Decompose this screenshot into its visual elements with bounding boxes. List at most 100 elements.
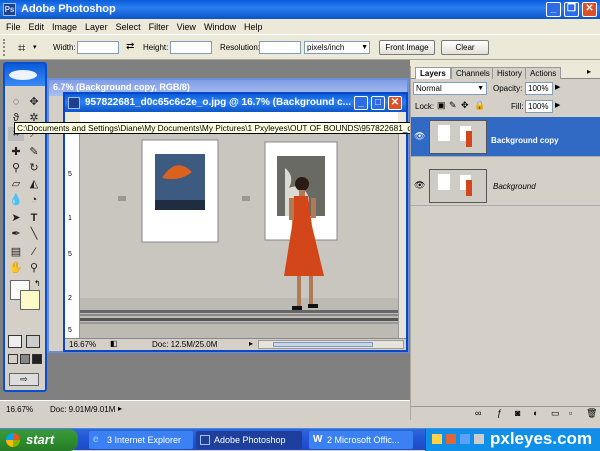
close-button[interactable]: ✕: [582, 2, 597, 17]
tray-icon[interactable]: [432, 434, 442, 444]
status-arrow-icon[interactable]: ▸: [118, 404, 122, 413]
adjustment-layer-icon[interactable]: ◐: [533, 408, 538, 418]
menu-filter[interactable]: Filter: [149, 22, 169, 32]
tray-icon[interactable]: [460, 434, 470, 444]
crop-tool-icon[interactable]: ⌗: [18, 40, 25, 56]
visibility-eye-icon[interactable]: 👁: [414, 131, 425, 142]
layer-row-background[interactable]: 👁 Background: [411, 166, 600, 206]
screen-mode-standard-icon[interactable]: [8, 354, 18, 364]
fill-input[interactable]: 100%: [525, 100, 553, 113]
layer-row-background-copy[interactable]: 👁 Background copy: [411, 117, 600, 157]
quick-mask-mode-icon[interactable]: [26, 335, 40, 348]
front-image-button[interactable]: Front Image: [379, 40, 435, 55]
horizontal-scrollbar[interactable]: [258, 340, 404, 349]
doc-minimize-button[interactable]: _: [354, 96, 368, 110]
new-group-icon[interactable]: ▭: [551, 408, 560, 419]
hand-tool-icon[interactable]: ✋: [8, 261, 24, 275]
zoom-tool-icon[interactable]: ⚲: [26, 261, 42, 275]
blend-mode-select[interactable]: Normal ▼: [413, 82, 487, 95]
tab-channels[interactable]: Channels: [451, 67, 495, 79]
tab-history[interactable]: History: [492, 67, 527, 79]
link-layers-icon[interactable]: ∞: [475, 408, 481, 418]
tab-layers[interactable]: Layers: [415, 67, 451, 79]
move-tool-icon[interactable]: ✥: [26, 95, 42, 109]
menu-select[interactable]: Select: [116, 22, 141, 32]
menu-help[interactable]: Help: [244, 22, 263, 32]
image-canvas[interactable]: [80, 128, 398, 340]
resolution-input[interactable]: [259, 41, 301, 54]
background-color-swatch[interactable]: [20, 290, 40, 310]
status-menu-icon[interactable]: ◧: [110, 339, 118, 348]
layer-style-icon[interactable]: ƒ: [497, 408, 502, 418]
task-internet-explorer[interactable]: e 3 Internet Explorer: [89, 431, 193, 449]
swap-dimensions-icon[interactable]: ⇄: [126, 41, 134, 52]
menu-layer[interactable]: Layer: [85, 22, 108, 32]
vertical-ruler[interactable]: 5 1 5 2 5: [65, 127, 80, 338]
status-arrow-icon[interactable]: ▸: [249, 339, 253, 348]
task-microsoft-office[interactable]: W 2 Microsoft Offic...: [309, 431, 413, 449]
eraser-tool-icon[interactable]: ▱: [8, 177, 24, 191]
dodge-tool-icon[interactable]: ◔: [26, 193, 42, 207]
resolution-units-select[interactable]: pixels/inch ▼: [304, 41, 370, 54]
pen-tool-icon[interactable]: ✒: [8, 227, 24, 241]
delete-layer-icon[interactable]: 🗑: [586, 408, 597, 419]
fill-slider-arrow-icon[interactable]: ▶: [555, 101, 560, 109]
lock-position-icon[interactable]: ✥: [461, 100, 469, 111]
minimize-button[interactable]: _: [546, 2, 561, 17]
width-input[interactable]: [77, 41, 119, 54]
clone-stamp-tool-icon[interactable]: ⚲: [8, 161, 24, 175]
swap-colors-icon[interactable]: ↰: [34, 279, 41, 288]
opacity-slider-arrow-icon[interactable]: ▶: [555, 83, 560, 91]
healing-brush-tool-icon[interactable]: ✚: [8, 145, 24, 159]
document-icon: [68, 97, 80, 109]
task-adobe-photoshop[interactable]: Adobe Photoshop: [196, 431, 302, 449]
height-input[interactable]: [170, 41, 212, 54]
toolbox: ◌ ✥ ϑ ✲ ⌗ ⟋ ✚ ✎ ⚲ ↻ ▱ ◭ 💧 ◔ ➤ T ✒ ╲ ▤ ⁄ …: [3, 62, 47, 392]
new-layer-icon[interactable]: ▫: [569, 408, 572, 418]
menu-file[interactable]: File: [6, 22, 21, 32]
start-button[interactable]: start: [0, 429, 78, 451]
tray-icon[interactable]: [474, 434, 484, 444]
clear-button[interactable]: Clear: [441, 40, 489, 55]
standard-mode-icon[interactable]: [8, 335, 22, 348]
screen-mode-full-menu-icon[interactable]: [20, 354, 30, 364]
menu-window[interactable]: Window: [204, 22, 236, 32]
menu-image[interactable]: Image: [52, 22, 77, 32]
doc-close-button[interactable]: ✕: [388, 96, 402, 110]
menu-edit[interactable]: Edit: [29, 22, 45, 32]
opacity-input[interactable]: 100%: [525, 82, 553, 95]
tab-actions[interactable]: Actions: [525, 67, 562, 79]
marquee-tool-icon[interactable]: ◌: [8, 95, 24, 109]
task-label: 3 Internet Explorer: [107, 435, 182, 445]
restore-button[interactable]: ❐: [564, 2, 579, 17]
path-selection-tool-icon[interactable]: ➤: [8, 211, 24, 225]
lock-image-icon[interactable]: ✎: [449, 100, 457, 111]
line-tool-icon[interactable]: ╲: [26, 227, 42, 241]
toolbox-header[interactable]: [5, 64, 45, 86]
status-zoom[interactable]: 16.67%: [6, 405, 33, 414]
doc-maximize-button[interactable]: □: [371, 96, 385, 110]
eyedropper-tool-icon[interactable]: ⁄: [26, 245, 42, 259]
ruler-mark: 5: [68, 327, 72, 334]
blur-tool-icon[interactable]: 💧: [8, 193, 24, 207]
lock-transparent-icon[interactable]: ▣: [437, 100, 446, 111]
palette-menu-icon[interactable]: ▸: [587, 67, 591, 76]
lock-all-icon[interactable]: 🔒: [474, 100, 485, 111]
screen-mode-full-icon[interactable]: [32, 354, 42, 364]
paint-bucket-tool-icon[interactable]: ◭: [26, 177, 42, 191]
type-tool-icon[interactable]: T: [26, 211, 42, 225]
jump-to-imageready-icon[interactable]: ⇨: [9, 373, 39, 386]
menu-view[interactable]: View: [177, 22, 196, 32]
front-document-title-bar[interactable]: 957822681_d0c65c6c2e_o.jpg @ 16.7% (Back…: [65, 94, 406, 112]
brush-tool-icon[interactable]: ✎: [26, 145, 42, 159]
history-brush-tool-icon[interactable]: ↻: [26, 161, 42, 175]
tool-preset-chevron-icon[interactable]: ▾: [33, 43, 37, 51]
document-zoom-field[interactable]: 16.67%: [69, 340, 96, 349]
visibility-eye-icon[interactable]: 👁: [414, 180, 425, 191]
options-grip[interactable]: [3, 39, 13, 56]
tray-icon[interactable]: [446, 434, 456, 444]
vertical-scrollbar[interactable]: [398, 128, 406, 338]
scrollbar-thumb[interactable]: [273, 342, 373, 347]
layer-mask-icon[interactable]: ◙: [515, 408, 520, 418]
notes-tool-icon[interactable]: ▤: [8, 245, 24, 259]
